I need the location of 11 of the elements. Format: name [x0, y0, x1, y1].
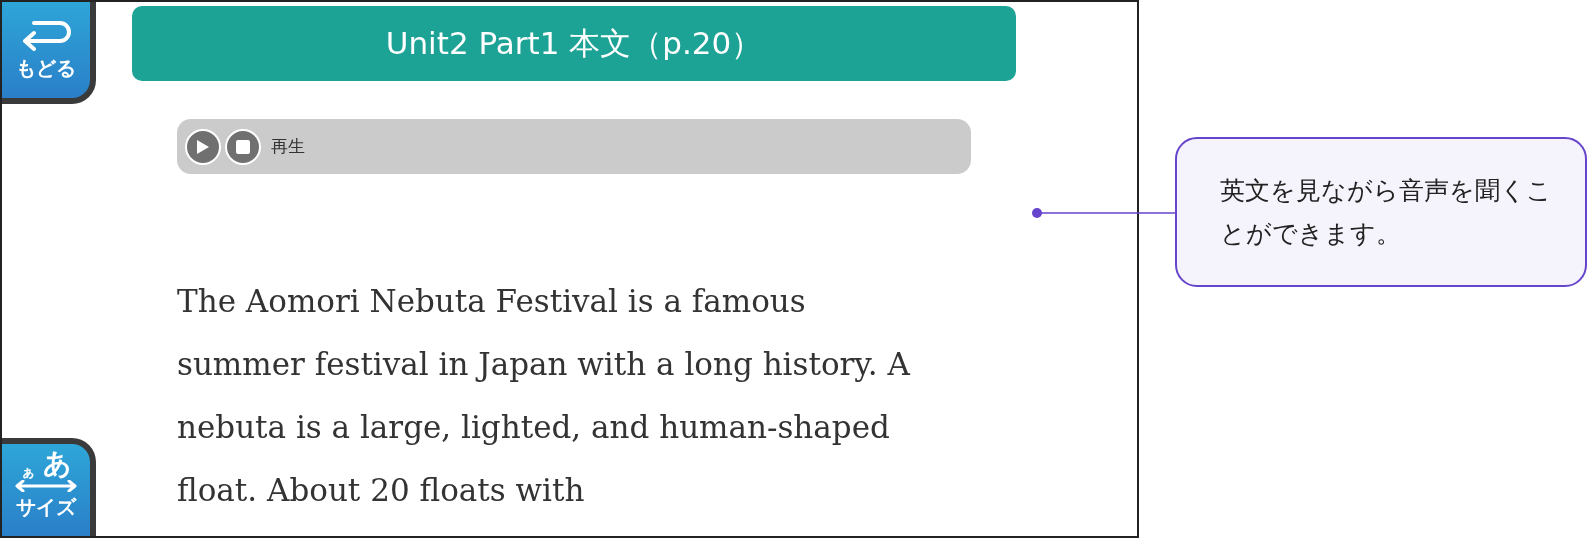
play-button[interactable]: [185, 128, 221, 165]
player-status: 再生: [271, 135, 305, 158]
double-arrow-icon: [15, 480, 77, 492]
back-button[interactable]: もどる: [2, 2, 96, 104]
callout-note: 英文を見ながら音声を聞くことができます。: [1175, 137, 1587, 287]
stop-icon: [236, 139, 250, 154]
page-title: Unit2 Part1 本文（p.20）: [385, 23, 763, 63]
play-icon: [196, 138, 210, 155]
stop-button[interactable]: [225, 128, 261, 165]
text-size-button[interactable]: ぁ あ サイズ: [2, 438, 96, 536]
body-text: The Aomori Nebuta Festival is a famous summer festival in Japan with a long history. A nebuta is a large, lighted, and human-shaped float. About 20 floats with: [177, 282, 912, 510]
